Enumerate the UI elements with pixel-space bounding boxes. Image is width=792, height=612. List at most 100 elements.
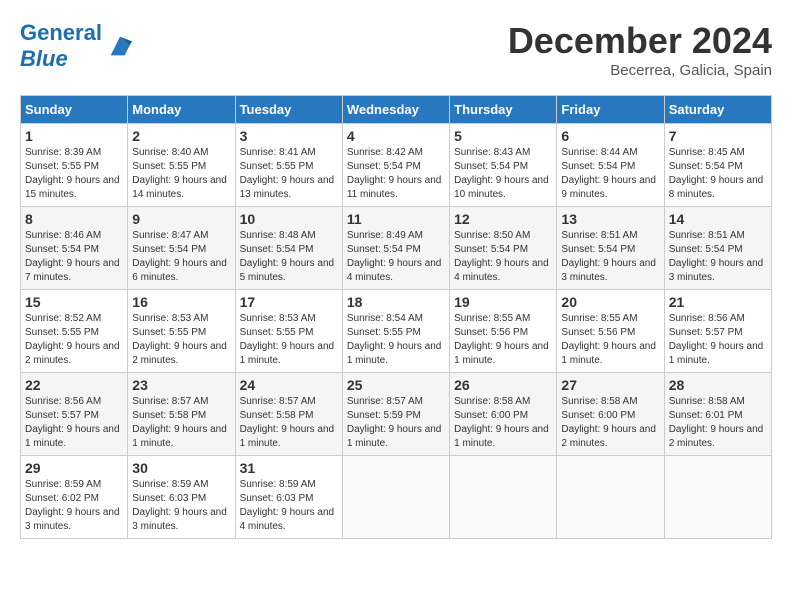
calendar-cell: 15Sunrise: 8:52 AMSunset: 5:55 PMDayligh… [21, 290, 128, 373]
calendar-cell: 17 Sunrise: 8:53 AMSunset: 5:55 PMDayligh… [235, 290, 342, 373]
calendar-cell: 9 Sunrise: 8:47 AMSunset: 5:54 PMDaylight… [128, 207, 235, 290]
day-number: 19 [454, 294, 552, 310]
day-info: Sunrise: 8:42 AMSunset: 5:54 PMDaylight:… [347, 146, 445, 202]
calendar-cell: 5 Sunrise: 8:43 AMSunset: 5:54 PMDaylight… [450, 124, 557, 207]
day-number: 27 [561, 377, 659, 393]
calendar-cell: 10 Sunrise: 8:48 AMSunset: 5:54 PMDayligh… [235, 207, 342, 290]
day-number: 28 [669, 377, 767, 393]
day-number: 18 [347, 294, 445, 310]
calendar-header: SundayMondayTuesdayWednesdayThursdayFrid… [21, 96, 772, 124]
weekday-header-thursday: Thursday [450, 96, 557, 124]
day-info: Sunrise: 8:45 AMSunset: 5:54 PMDaylight:… [669, 146, 767, 202]
calendar-cell [557, 456, 664, 539]
calendar-cell: 1 Sunrise: 8:39 AMSunset: 5:55 PMDaylight… [21, 124, 128, 207]
calendar-week-1: 1 Sunrise: 8:39 AMSunset: 5:55 PMDaylight… [21, 124, 772, 207]
day-number: 17 [240, 294, 338, 310]
weekday-header-monday: Monday [128, 96, 235, 124]
day-number: 30 [132, 460, 230, 476]
calendar-cell: 31 Sunrise: 8:59 AMSunset: 6:03 PMDayligh… [235, 456, 342, 539]
day-info: Sunrise: 8:59 AMSunset: 6:03 PMDaylight:… [240, 478, 338, 534]
calendar-cell: 24 Sunrise: 8:57 AMSunset: 5:58 PMDayligh… [235, 373, 342, 456]
calendar-cell: 20 Sunrise: 8:55 AMSunset: 5:56 PMDayligh… [557, 290, 664, 373]
day-number: 4 [347, 128, 445, 144]
day-number: 25 [347, 377, 445, 393]
day-info: Sunrise: 8:48 AMSunset: 5:54 PMDaylight:… [240, 229, 338, 285]
calendar-week-4: 22 Sunrise: 8:56 AMSunset: 5:57 PMDayligh… [21, 373, 772, 456]
day-number: 3 [240, 128, 338, 144]
calendar-week-5: 29 Sunrise: 8:59 AMSunset: 6:02 PMDayligh… [21, 456, 772, 539]
day-info: Sunrise: 8:47 AMSunset: 5:54 PMDaylight:… [132, 229, 230, 285]
day-info: Sunrise: 8:58 AMSunset: 6:01 PMDaylight:… [669, 395, 767, 451]
day-info: Sunrise: 8:57 AMSunset: 5:58 PMDaylight:… [240, 395, 338, 451]
day-number: 26 [454, 377, 552, 393]
calendar-cell: 19 Sunrise: 8:55 AMSunset: 5:56 PMDayligh… [450, 290, 557, 373]
day-number: 24 [240, 377, 338, 393]
day-info: Sunrise: 8:55 AMSunset: 5:56 PMDaylight:… [561, 312, 659, 368]
day-number: 9 [132, 211, 230, 227]
calendar-cell: 30Sunrise: 8:59 AMSunset: 6:03 PMDayligh… [128, 456, 235, 539]
calendar-cell: 27Sunrise: 8:58 AMSunset: 6:00 PMDayligh… [557, 373, 664, 456]
day-info: Sunrise: 8:50 AMSunset: 5:54 PMDaylight:… [454, 229, 552, 285]
day-number: 5 [454, 128, 552, 144]
calendar-cell [450, 456, 557, 539]
day-number: 29 [25, 460, 123, 476]
day-info: Sunrise: 8:57 AMSunset: 5:59 PMDaylight:… [347, 395, 445, 451]
day-number: 6 [561, 128, 659, 144]
day-info: Sunrise: 8:58 AMSunset: 6:00 PMDaylight:… [454, 395, 552, 451]
calendar-cell: 7Sunrise: 8:45 AMSunset: 5:54 PMDaylight… [664, 124, 771, 207]
day-number: 2 [132, 128, 230, 144]
calendar-cell: 3 Sunrise: 8:41 AMSunset: 5:55 PMDaylight… [235, 124, 342, 207]
logo-text: GeneralBlue [20, 20, 102, 71]
day-number: 10 [240, 211, 338, 227]
calendar-table: SundayMondayTuesdayWednesdayThursdayFrid… [20, 95, 772, 539]
day-number: 20 [561, 294, 659, 310]
calendar-cell: 14Sunrise: 8:51 AMSunset: 5:54 PMDayligh… [664, 207, 771, 290]
title-block: December 2024 Becerrea, Galicia, Spain [508, 20, 772, 79]
logo-general: General [20, 20, 102, 45]
day-info: Sunrise: 8:54 AMSunset: 5:55 PMDaylight:… [347, 312, 445, 368]
day-info: Sunrise: 8:46 AMSunset: 5:54 PMDaylight:… [25, 229, 123, 285]
weekday-header-tuesday: Tuesday [235, 96, 342, 124]
calendar-cell [342, 456, 449, 539]
calendar-week-3: 15Sunrise: 8:52 AMSunset: 5:55 PMDayligh… [21, 290, 772, 373]
day-number: 16 [132, 294, 230, 310]
day-number: 1 [25, 128, 123, 144]
calendar-cell: 29 Sunrise: 8:59 AMSunset: 6:02 PMDayligh… [21, 456, 128, 539]
day-info: Sunrise: 8:55 AMSunset: 5:56 PMDaylight:… [454, 312, 552, 368]
logo: GeneralBlue [20, 20, 134, 72]
day-number: 13 [561, 211, 659, 227]
day-info: Sunrise: 8:51 AMSunset: 5:54 PMDaylight:… [669, 229, 767, 285]
day-info: Sunrise: 8:43 AMSunset: 5:54 PMDaylight:… [454, 146, 552, 202]
page-header: GeneralBlue December 2024 Becerrea, Gali… [20, 20, 772, 79]
weekday-header-friday: Friday [557, 96, 664, 124]
day-number: 21 [669, 294, 767, 310]
day-info: Sunrise: 8:57 AMSunset: 5:58 PMDaylight:… [132, 395, 230, 451]
calendar-cell: 21Sunrise: 8:56 AMSunset: 5:57 PMDayligh… [664, 290, 771, 373]
day-info: Sunrise: 8:39 AMSunset: 5:55 PMDaylight:… [25, 146, 123, 202]
month-year: December 2024 [508, 20, 772, 62]
day-info: Sunrise: 8:41 AMSunset: 5:55 PMDaylight:… [240, 146, 338, 202]
calendar-cell: 4 Sunrise: 8:42 AMSunset: 5:54 PMDaylight… [342, 124, 449, 207]
day-number: 8 [25, 211, 123, 227]
calendar-cell: 8 Sunrise: 8:46 AMSunset: 5:54 PMDaylight… [21, 207, 128, 290]
calendar-cell: 6 Sunrise: 8:44 AMSunset: 5:54 PMDaylight… [557, 124, 664, 207]
day-info: Sunrise: 8:53 AMSunset: 5:55 PMDaylight:… [240, 312, 338, 368]
calendar-cell: 12 Sunrise: 8:50 AMSunset: 5:54 PMDayligh… [450, 207, 557, 290]
calendar-cell: 25 Sunrise: 8:57 AMSunset: 5:59 PMDayligh… [342, 373, 449, 456]
day-info: Sunrise: 8:52 AMSunset: 5:55 PMDaylight:… [25, 312, 123, 368]
day-info: Sunrise: 8:40 AMSunset: 5:55 PMDaylight:… [132, 146, 230, 202]
day-info: Sunrise: 8:51 AMSunset: 5:54 PMDaylight:… [561, 229, 659, 285]
day-number: 12 [454, 211, 552, 227]
day-number: 31 [240, 460, 338, 476]
weekday-header-saturday: Saturday [664, 96, 771, 124]
calendar-cell: 2 Sunrise: 8:40 AMSunset: 5:55 PMDaylight… [128, 124, 235, 207]
calendar-cell: 16Sunrise: 8:53 AMSunset: 5:55 PMDayligh… [128, 290, 235, 373]
day-info: Sunrise: 8:44 AMSunset: 5:54 PMDaylight:… [561, 146, 659, 202]
logo-icon [106, 32, 134, 60]
day-number: 22 [25, 377, 123, 393]
day-info: Sunrise: 8:59 AMSunset: 6:02 PMDaylight:… [25, 478, 123, 534]
day-number: 23 [132, 377, 230, 393]
logo-blue: Blue [20, 46, 68, 71]
day-info: Sunrise: 8:56 AMSunset: 5:57 PMDaylight:… [25, 395, 123, 451]
calendar-cell [664, 456, 771, 539]
